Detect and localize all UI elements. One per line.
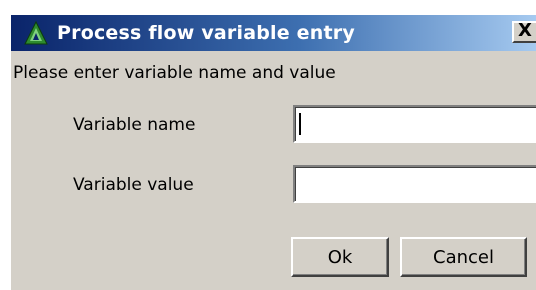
variable-value-input[interactable] [293,165,536,203]
app-icon [24,20,48,45]
ok-button-label: Ok [327,246,353,268]
dialog-window: Process flow variable entry X Please ent… [9,13,536,290]
variable-name-input[interactable] [293,105,536,143]
window-title: Process flow variable entry [57,22,355,44]
text-caret [299,113,301,135]
ok-button[interactable]: Ok [291,237,389,277]
close-button[interactable]: X [512,21,536,43]
variable-value-label: Variable value [73,175,194,195]
instruction-text: Please enter variable name and value [13,63,336,83]
close-icon: X [518,21,532,41]
cancel-button[interactable]: Cancel [400,237,527,277]
cancel-button-label: Cancel [433,246,494,268]
title-bar[interactable]: Process flow variable entry X [11,15,536,51]
variable-name-label: Variable name [73,115,196,135]
